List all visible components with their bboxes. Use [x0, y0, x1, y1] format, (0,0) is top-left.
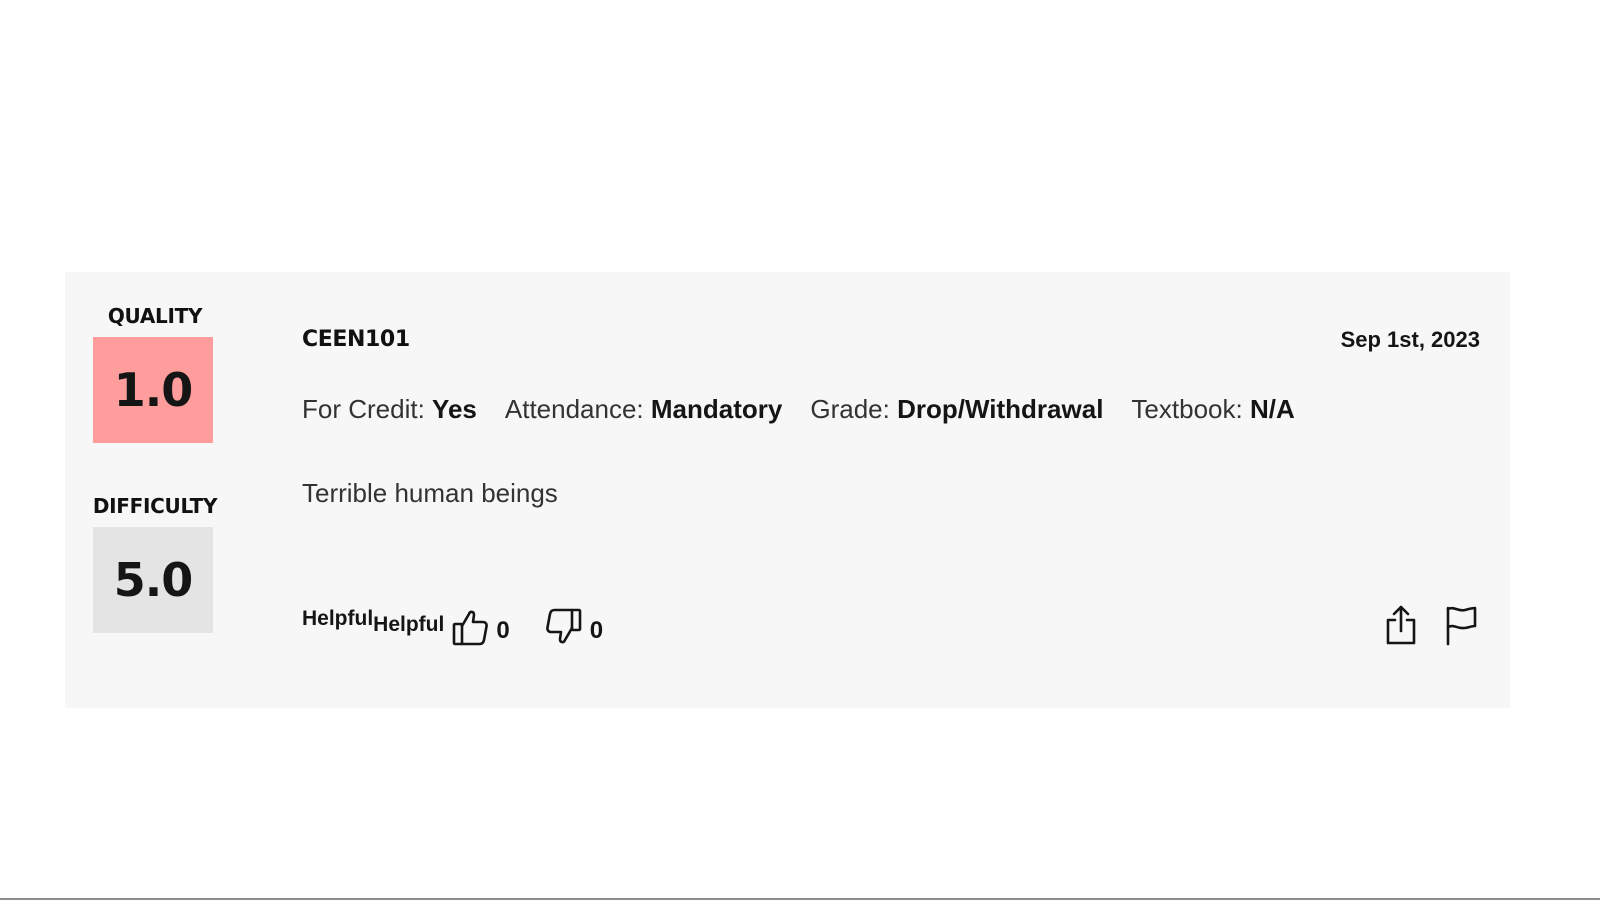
meta-value: Mandatory [650, 394, 783, 424]
score-column: QUALITY 1.0 DIFFICULTY 5.0 [65, 272, 245, 708]
thumbs-down-button[interactable]: 0 [545, 607, 604, 647]
meta-textbook: Textbook: N/A [1131, 394, 1294, 425]
meta-value: Drop/Withdrawal [897, 394, 1104, 424]
meta-label: Grade: [810, 394, 890, 424]
meta-label: Textbook: [1131, 394, 1243, 424]
review-comment: Terrible human beings [302, 478, 558, 508]
helpful-label: Helpful [302, 607, 374, 630]
helpful-row: Helpful Helpful 0 0 [302, 607, 603, 651]
flag-icon [1444, 604, 1478, 646]
thumbs-up-count: 0 [496, 617, 510, 644]
meta-for-credit: For Credit: Yes [302, 394, 477, 425]
meta-attendance: Attendance: Mandatory [505, 394, 782, 425]
flag-button[interactable] [1442, 604, 1480, 646]
meta-grade: Grade: Drop/Withdrawal [810, 394, 1103, 425]
thumbs-up-button[interactable]: 0 [452, 607, 510, 647]
thumbs-up-icon [452, 607, 489, 647]
share-button[interactable] [1382, 604, 1420, 646]
thumbs-down-count: 0 [589, 617, 604, 644]
meta-label: For Credit: [302, 394, 425, 424]
meta-value: N/A [1249, 394, 1295, 424]
meta-label: Attendance: [504, 394, 644, 424]
quality-score: 1.0 [93, 337, 213, 443]
course-code: CEEN101 [302, 327, 410, 352]
meta-row: For Credit: Yes Attendance: Mandatory Gr… [302, 394, 1295, 425]
quality-label: QUALITY [107, 304, 203, 328]
helpful-label: Helpful [373, 613, 445, 636]
review-date: Sep 1st, 2023 [1340, 327, 1480, 352]
share-icon [1384, 604, 1418, 646]
review-actions [1382, 604, 1480, 646]
difficulty-score: 5.0 [93, 527, 213, 633]
meta-value: Yes [432, 394, 477, 424]
rating-card: QUALITY 1.0 DIFFICULTY 5.0 CEEN101 Sep 1… [65, 272, 1510, 708]
difficulty-label: DIFFICULTY [92, 494, 218, 518]
thumbs-down-icon [545, 607, 582, 647]
page: QUALITY 1.0 DIFFICULTY 5.0 CEEN101 Sep 1… [0, 0, 1600, 900]
